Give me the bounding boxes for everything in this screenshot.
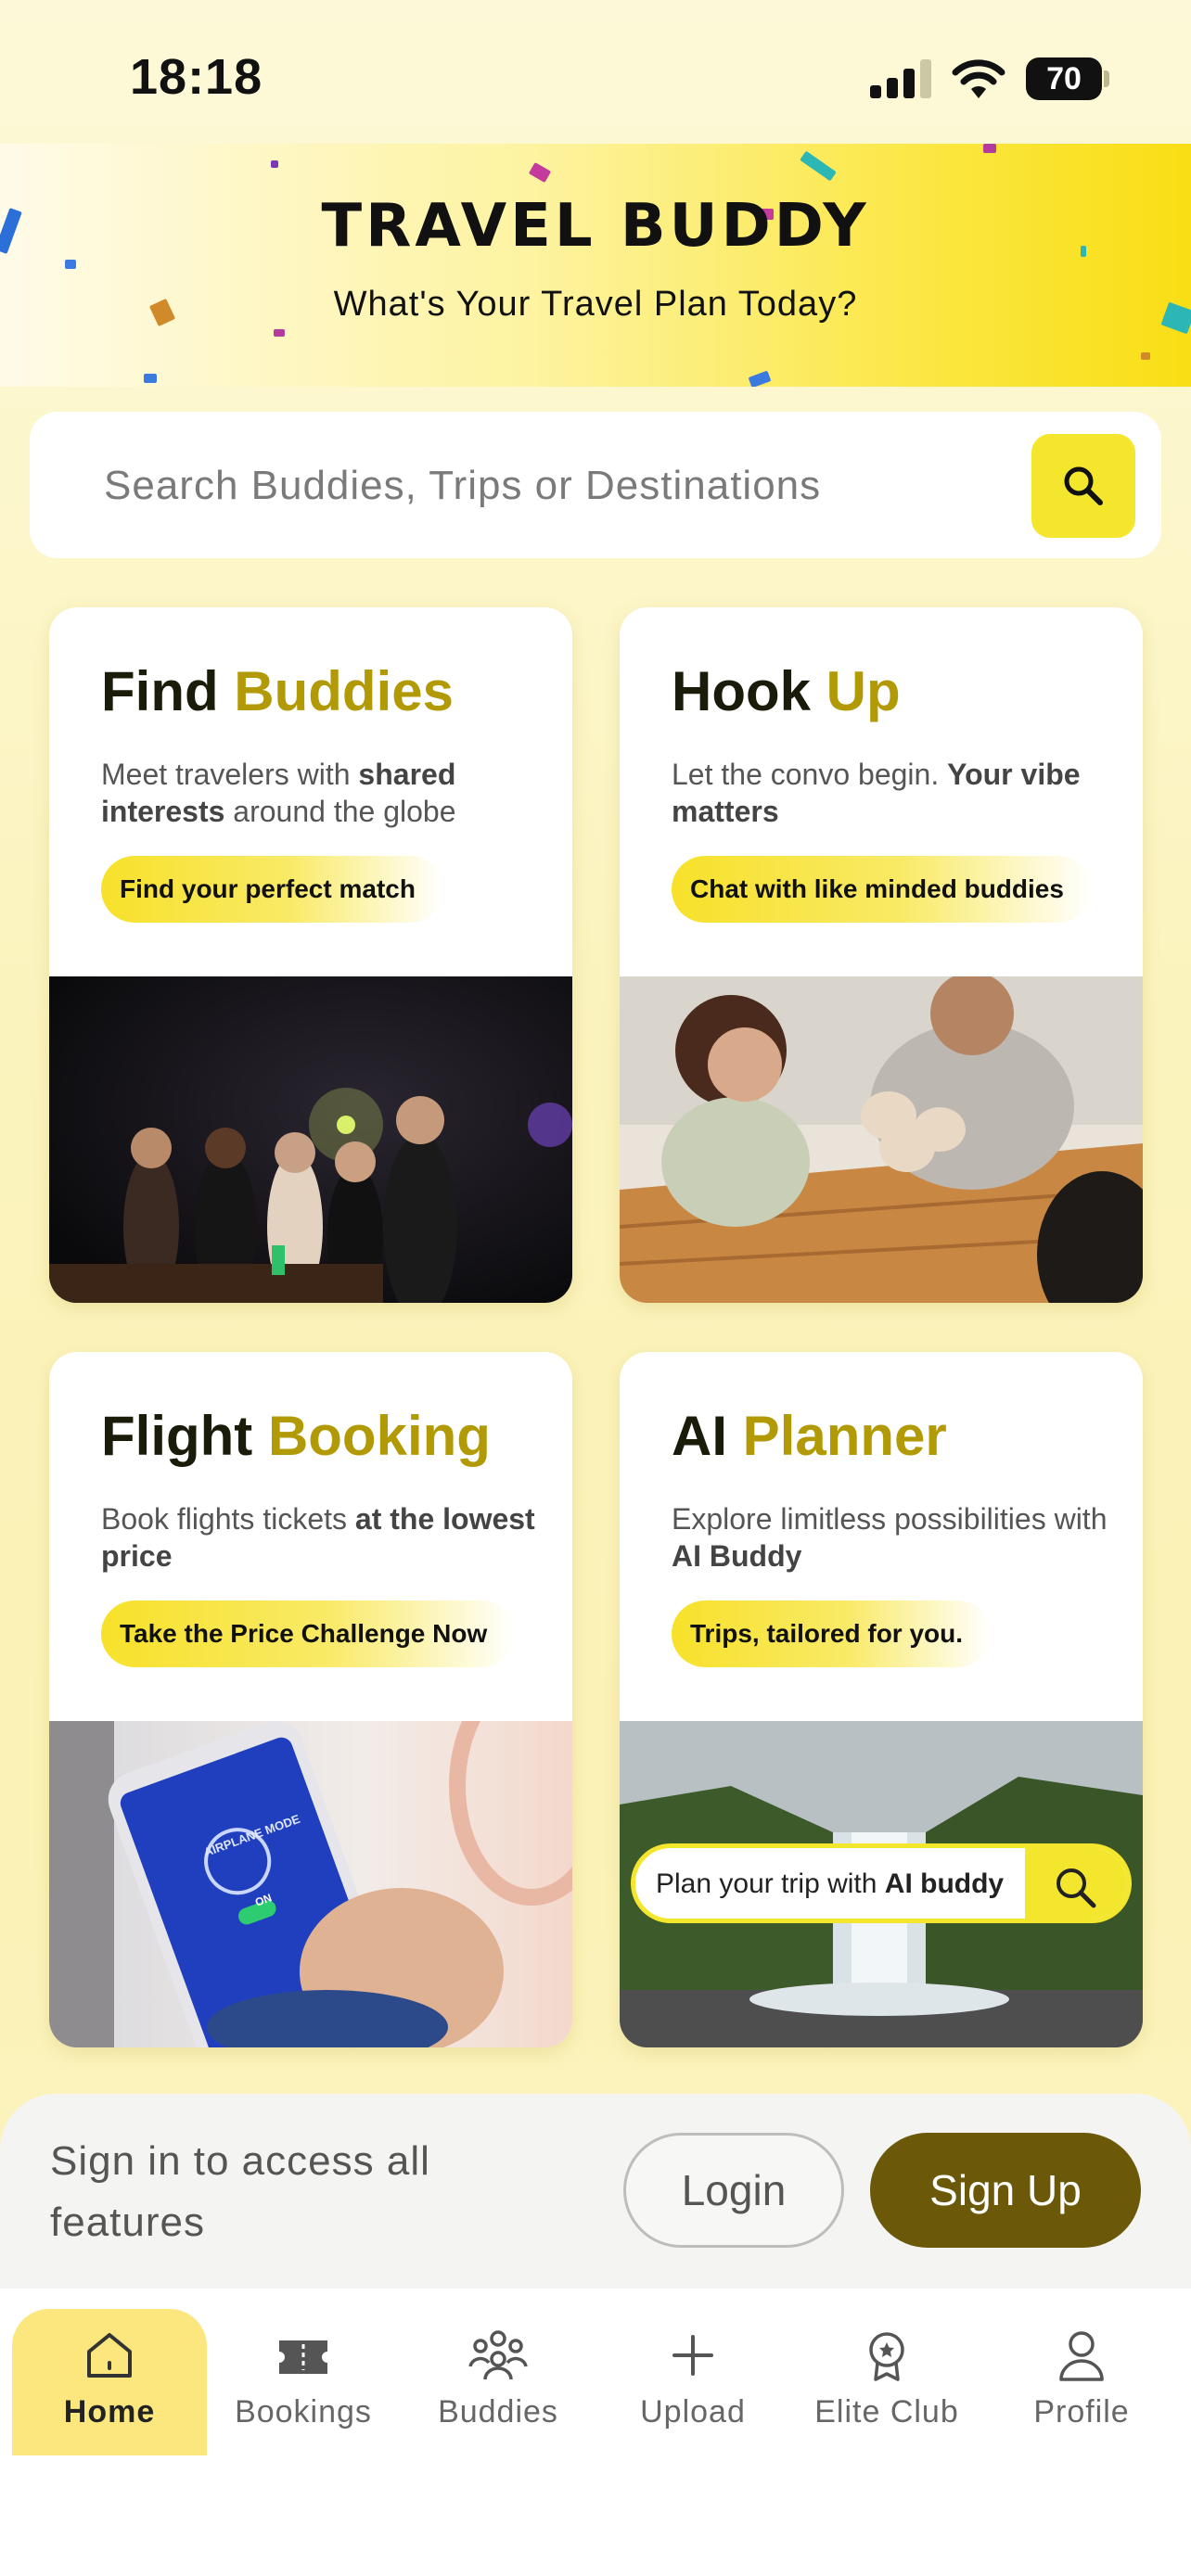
battery-level: 70 bbox=[1026, 57, 1102, 100]
signin-bar: Sign in to access all features Login Sig… bbox=[0, 2094, 1191, 2289]
wifi-icon bbox=[951, 56, 1006, 100]
card-title: Hook Up bbox=[672, 660, 901, 722]
home-icon bbox=[87, 2333, 132, 2378]
chat-buddies-pill[interactable]: Chat with like minded buddies bbox=[672, 856, 1092, 923]
ticket-icon bbox=[279, 2340, 327, 2374]
find-match-pill[interactable]: Find your perfect match bbox=[101, 856, 443, 923]
nav-buddies[interactable]: Buddies bbox=[401, 2309, 596, 2455]
status-time: 18:18 bbox=[130, 49, 263, 105]
status-bar: 18:18 70 bbox=[0, 0, 1191, 144]
nav-label: Bookings bbox=[235, 2394, 372, 2429]
nav-profile[interactable]: Profile bbox=[984, 2309, 1179, 2455]
signin-prompt: Sign in to access all features bbox=[50, 2138, 430, 2245]
hook-up-card[interactable]: Hook Up Let the convo begin. Your vibe m… bbox=[620, 607, 1143, 1303]
coffee-photo bbox=[620, 976, 1143, 1303]
nav-bookings[interactable]: Bookings bbox=[206, 2309, 401, 2455]
card-title: Flight Booking bbox=[101, 1405, 491, 1467]
nav-label: Buddies bbox=[438, 2394, 558, 2429]
app-subtitle: What's Your Travel Plan Today? bbox=[333, 285, 858, 324]
card-title: Find Buddies bbox=[101, 660, 454, 722]
ai-plan-bold: AI buddy bbox=[884, 1868, 1005, 1899]
card-description: Book flights tickets at the lowest price bbox=[101, 1502, 535, 1573]
ai-plan-text: Plan your trip with bbox=[656, 1868, 885, 1899]
price-challenge-pill[interactable]: Take the Price Challenge Now bbox=[101, 1600, 516, 1667]
ai-planner-card[interactable]: AI Planner Explore limitless possibiliti… bbox=[620, 1352, 1143, 2047]
app-title: TRAVEL BUDDY bbox=[321, 192, 870, 261]
signup-button[interactable]: Sign Up bbox=[870, 2133, 1141, 2248]
nav-label: Elite Club bbox=[814, 2394, 959, 2429]
tailored-trips-pill[interactable]: Trips, tailored for you. bbox=[672, 1600, 992, 1667]
user-icon bbox=[1059, 2331, 1104, 2381]
nav-label: Profile bbox=[1033, 2394, 1130, 2429]
airplane-mode-photo: AIRPLANE MODE ON bbox=[49, 1721, 572, 2047]
card-description: Explore limitless possibilities with AI … bbox=[672, 1502, 1108, 1573]
group-icon bbox=[468, 2330, 528, 2380]
search-bar bbox=[30, 412, 1161, 558]
battery-icon: 70 bbox=[1026, 57, 1109, 100]
bottom-nav: Home Bookings Buddies Upload Elite Club … bbox=[0, 2289, 1191, 2576]
app-banner: TRAVEL BUDDY What's Your Travel Plan Tod… bbox=[0, 144, 1191, 387]
signal-icon bbox=[870, 57, 931, 98]
card-description: Let the convo begin. Your vibe matters bbox=[672, 758, 1081, 828]
find-buddies-card[interactable]: Find Buddies Meet travelers with shared … bbox=[49, 607, 572, 1303]
badge-icon bbox=[869, 2332, 904, 2381]
nav-label: Upload bbox=[640, 2394, 746, 2429]
search-input[interactable] bbox=[104, 449, 957, 523]
login-button[interactable]: Login bbox=[623, 2133, 844, 2248]
search-icon bbox=[1057, 1868, 1096, 1908]
plus-icon bbox=[672, 2335, 713, 2376]
nav-home[interactable]: Home bbox=[12, 2309, 207, 2455]
card-description: Meet travelers with shared interests aro… bbox=[101, 758, 456, 828]
search-icon bbox=[1064, 466, 1103, 505]
nav-elite-club[interactable]: Elite Club bbox=[789, 2309, 984, 2455]
flight-booking-card[interactable]: Flight Booking Book flights tickets at t… bbox=[49, 1352, 572, 2047]
nav-upload[interactable]: Upload bbox=[596, 2309, 790, 2455]
nav-label: Home bbox=[63, 2394, 156, 2429]
card-title: AI Planner bbox=[672, 1405, 947, 1467]
ai-plan-search-widget[interactable]: Plan your trip with AI buddy bbox=[631, 1843, 1132, 1923]
waterfall-photo: Plan your trip with AI buddy bbox=[620, 1721, 1143, 2047]
party-photo bbox=[49, 976, 572, 1303]
search-button[interactable] bbox=[1031, 434, 1135, 538]
